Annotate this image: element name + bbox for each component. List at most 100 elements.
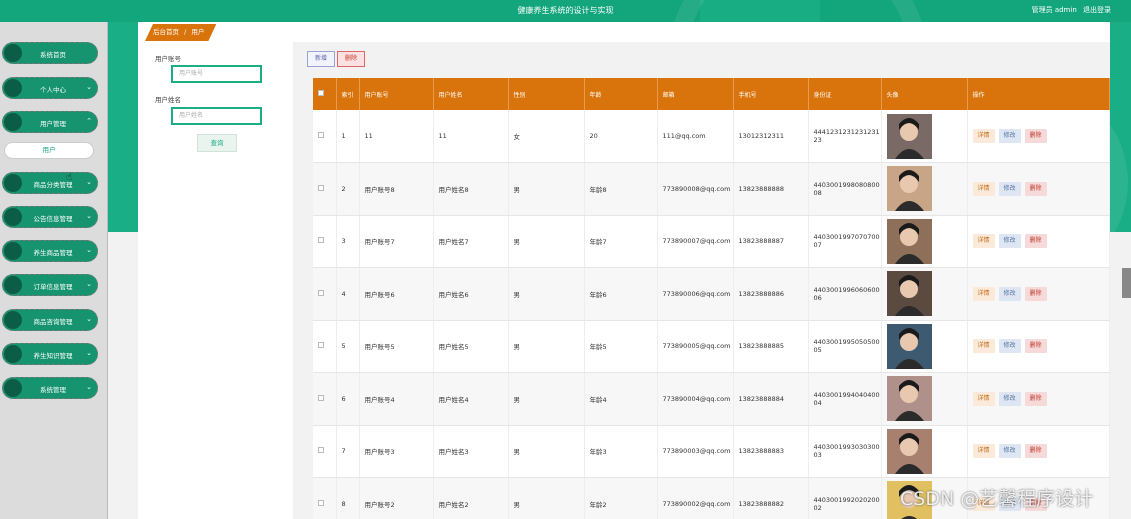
nav-item-home[interactable]: 系统首页 — [2, 42, 98, 64]
nav-item-product-mgmt[interactable]: 养生商品管理 ⌄ — [2, 240, 98, 262]
search-button[interactable]: 查询 — [197, 134, 237, 152]
table-row: 1 11 11 女 20 111@qq.com 13012312311 44412312312… — [313, 110, 1110, 163]
cell-name: 用户姓名8 — [433, 162, 509, 216]
cell-avatar — [881, 110, 968, 163]
nav-dot-icon — [4, 242, 22, 260]
nav-item-user-mgmt[interactable]: 用户管理 ⌃ — [2, 111, 98, 133]
cell-age: 年龄5 — [584, 320, 658, 373]
delete-button[interactable]: 删除 — [1024, 234, 1047, 249]
bulk-delete-button[interactable]: 删除 — [337, 51, 366, 67]
logout-link[interactable]: 退出登录 — [1083, 6, 1111, 14]
row-select-cell[interactable] — [313, 267, 337, 321]
delete-button[interactable]: 删除 — [1024, 181, 1047, 196]
user-table: 索引 用户账号 用户姓名 性别 年龄 邮箱 手机号 身份证 头像 操作 1 11 1… — [313, 78, 1110, 519]
delete-button[interactable]: 删除 — [1024, 129, 1047, 143]
cell-gender: 男 — [508, 477, 585, 519]
delete-button[interactable]: 删除 — [1024, 286, 1047, 301]
table-row: 5 用户账号5 用户姓名5 男年龄5 773890005@qq.com 138238888… — [313, 320, 1110, 373]
header-actions: 操作 — [967, 78, 1110, 110]
nav-dot-icon — [4, 174, 22, 192]
row-select-cell[interactable] — [313, 320, 337, 373]
detail-button[interactable]: 详情 — [972, 234, 995, 249]
row-checkbox[interactable] — [318, 447, 324, 454]
chevron-up-icon: ⌃ — [86, 117, 92, 125]
cell-account: 11 — [359, 110, 434, 163]
cell-email: 773890005@qq.com — [657, 320, 734, 373]
row-select-cell[interactable] — [313, 162, 337, 216]
nav-item-system-mgmt[interactable]: 系统管理 ⌄ — [2, 377, 98, 399]
row-select-cell[interactable] — [313, 372, 337, 426]
row-select-cell[interactable] — [313, 215, 337, 268]
nav-item-profile[interactable]: 个人中心 ⌄ — [2, 77, 98, 99]
cell-age: 20 — [584, 110, 658, 163]
detail-button[interactable]: 详情 — [972, 391, 995, 406]
delete-button[interactable]: 删除 — [1024, 391, 1047, 406]
row-select-cell[interactable] — [313, 477, 337, 519]
nav-label: 养生商品管理 — [33, 249, 73, 257]
cell-idcard: 440300199707070007 — [808, 215, 882, 268]
nav-dot-icon — [4, 379, 22, 397]
cell-gender: 女 — [508, 110, 585, 163]
row-checkbox[interactable] — [318, 237, 324, 244]
detail-button[interactable]: 详情 — [972, 129, 995, 143]
select-all-checkbox[interactable] — [318, 90, 324, 96]
cell-index: 1 — [336, 110, 360, 163]
user-label: 管理员 admin — [1031, 6, 1077, 14]
edit-button[interactable]: 修改 — [998, 391, 1021, 406]
nav-item-order-mgmt[interactable]: 订单信息管理 ⌄ — [2, 274, 98, 296]
edit-button[interactable]: 修改 — [998, 444, 1021, 459]
name-input[interactable]: 用户姓名 — [171, 107, 262, 125]
cell-account: 用户账号4 — [359, 372, 434, 426]
row-checkbox[interactable] — [318, 499, 324, 506]
add-button[interactable]: 新增 — [307, 51, 336, 67]
cell-age: 年龄2 — [584, 477, 658, 519]
row-select-cell[interactable] — [313, 425, 337, 478]
nav-subitem-user[interactable]: 用户 — [4, 142, 94, 159]
row-checkbox[interactable] — [318, 342, 324, 349]
nav-label: 系统管理 — [40, 386, 66, 394]
watermark: CSDN @艺馨程序设计 — [900, 488, 1094, 510]
nav-label: 公告信息管理 — [33, 215, 73, 223]
nav-item-knowledge-mgmt[interactable]: 养生知识管理 ⌄ — [2, 343, 98, 365]
detail-button[interactable]: 详情 — [972, 444, 995, 459]
app-title: 健康养生系统的设计与实现 — [517, 6, 614, 15]
name-label: 用户姓名 — [155, 96, 181, 104]
edit-button[interactable]: 修改 — [998, 181, 1021, 196]
cell-actions: 详情 修改 删除 — [967, 215, 1110, 268]
cell-email: 773890008@qq.com — [657, 162, 734, 216]
detail-button[interactable]: 详情 — [972, 339, 995, 354]
scrollbar-thumb[interactable] — [1122, 268, 1131, 298]
detail-button[interactable]: 详情 — [972, 181, 995, 196]
delete-button[interactable]: 删除 — [1024, 444, 1047, 459]
row-checkbox[interactable] — [318, 394, 324, 401]
header-age: 年龄 — [584, 78, 658, 110]
cell-account: 用户账号6 — [359, 267, 434, 321]
cell-age: 年龄3 — [584, 425, 658, 478]
row-checkbox[interactable] — [318, 132, 324, 138]
row-checkbox[interactable] — [318, 184, 324, 191]
detail-button[interactable]: 详情 — [972, 286, 995, 301]
chevron-down-icon: ⌄ — [86, 315, 92, 323]
row-select-cell[interactable] — [313, 110, 337, 163]
nav-dot-icon — [4, 311, 22, 329]
edit-button[interactable]: 修改 — [998, 234, 1021, 249]
cell-phone: 13823888888 — [733, 162, 809, 216]
cell-actions: 详情 修改 删除 — [967, 320, 1110, 373]
cell-idcard: 444123123123123123 — [808, 110, 882, 163]
breadcrumb-home[interactable]: 后台首页 — [153, 28, 179, 36]
cell-actions: 详情 修改 删除 — [967, 110, 1110, 163]
edit-button[interactable]: 修改 — [998, 129, 1021, 143]
row-checkbox[interactable] — [318, 289, 324, 296]
cell-gender: 男 — [508, 320, 585, 373]
cell-gender: 男 — [508, 425, 585, 478]
header-select[interactable] — [313, 78, 337, 110]
edit-button[interactable]: 修改 — [998, 286, 1021, 301]
nav-item-category-mgmt[interactable]: 商品分类管理 ⌄ — [2, 172, 98, 194]
delete-button[interactable]: 删除 — [1024, 339, 1047, 354]
mouse-cursor-icon: ☝ — [66, 172, 73, 183]
nav-item-notice-mgmt[interactable]: 公告信息管理 ⌄ — [2, 206, 98, 228]
edit-button[interactable]: 修改 — [998, 339, 1021, 354]
header-gender: 性别 — [508, 78, 585, 110]
nav-item-consult-mgmt[interactable]: 商品咨询管理 ⌄ — [2, 309, 98, 331]
account-input[interactable]: 用户账号 — [171, 65, 262, 83]
